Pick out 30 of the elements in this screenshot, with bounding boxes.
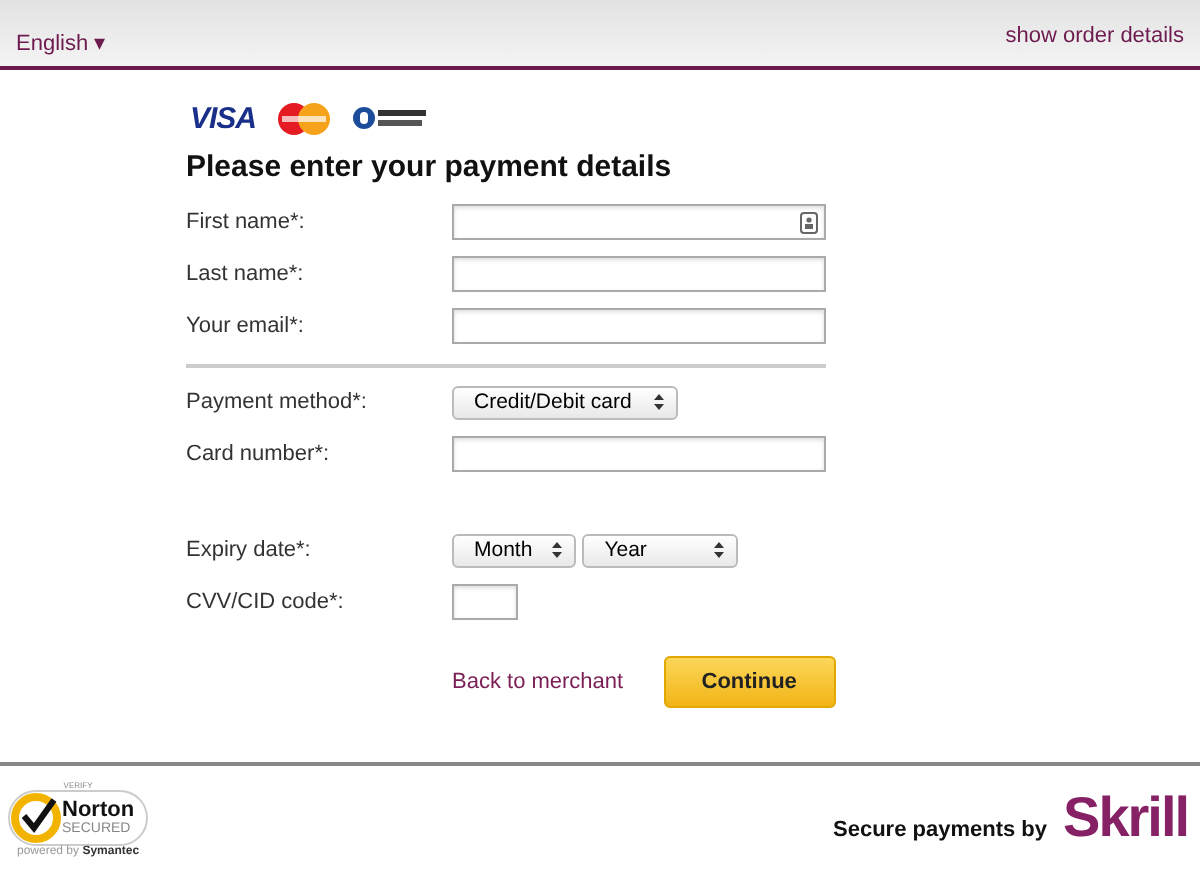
skrill-logo: Skrill xyxy=(1063,786,1188,850)
diners-club-logo xyxy=(352,106,429,130)
field-label: CVV/CID code*: xyxy=(186,590,346,614)
order-details-link[interactable]: show order details xyxy=(1005,24,1184,48)
mastercard-logo xyxy=(276,101,333,135)
secure-payments-text: Secure payments by xyxy=(833,818,1048,842)
select-dropdown[interactable]: Year xyxy=(582,533,739,567)
back-to-merchant-link[interactable]: Back to merchant xyxy=(452,670,624,694)
field-label: Payment method*: xyxy=(186,390,369,414)
continue-button[interactable]: Continue xyxy=(663,656,836,708)
input-field[interactable] xyxy=(452,436,826,472)
stepper-arrows-icon xyxy=(552,542,563,558)
select-dropdown[interactable]: Month xyxy=(452,533,577,567)
stepper-arrows-icon xyxy=(714,542,725,558)
stepper-arrows-icon xyxy=(654,394,664,410)
field-label: Last name*: xyxy=(186,262,306,286)
language-selector[interactable]: English ▾ xyxy=(16,30,107,56)
page-title: Please enter your payment details xyxy=(186,150,674,184)
norton-name: Norton xyxy=(62,799,135,821)
input-field[interactable] xyxy=(452,256,826,292)
input-field[interactable] xyxy=(452,584,518,620)
checkmark-icon xyxy=(10,791,62,843)
input-field[interactable] xyxy=(452,204,826,240)
field-label: Card number*: xyxy=(186,442,332,466)
field-label: Your email*: xyxy=(186,314,306,338)
visa-logo: VISA xyxy=(190,101,257,135)
field-label: Expiry date*: xyxy=(186,538,313,562)
input-field[interactable] xyxy=(452,308,826,344)
select-dropdown[interactable]: Credit/Debit card xyxy=(452,385,678,419)
field-label: First name*: xyxy=(186,210,307,234)
